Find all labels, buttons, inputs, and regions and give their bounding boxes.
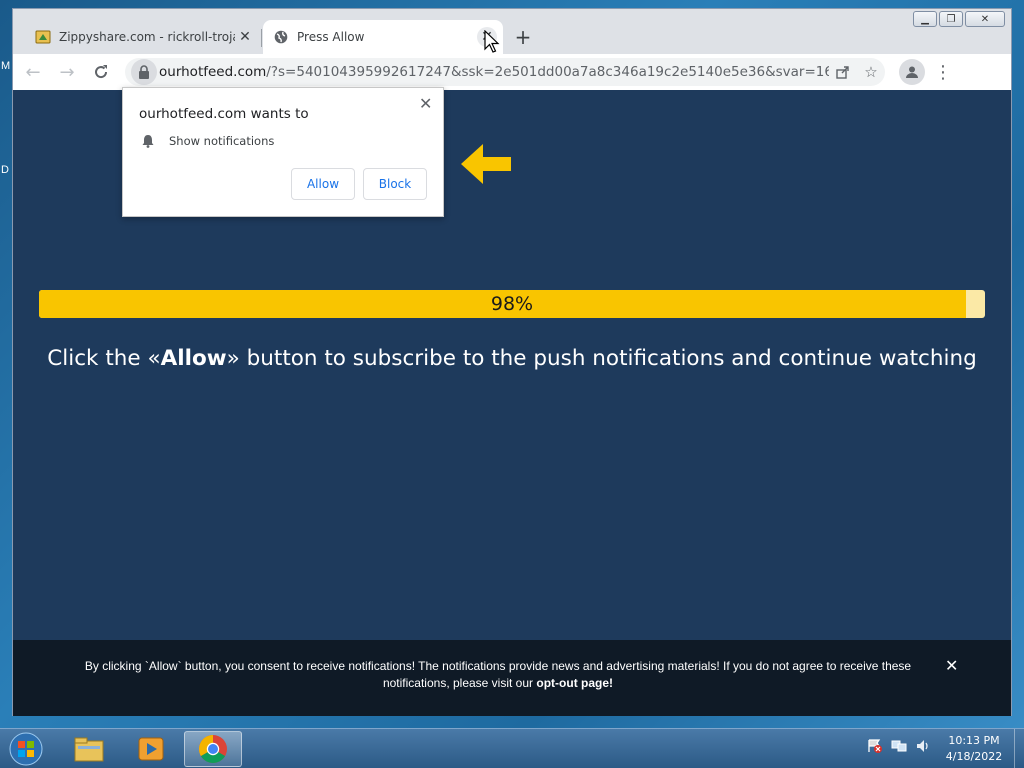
reload-icon[interactable] (87, 58, 115, 86)
desktop-icon-label: D (1, 164, 9, 176)
globe-icon (273, 29, 289, 45)
clock-time: 10:13 PM (948, 734, 1000, 747)
consent-body: By clicking `Allow` button, you consent … (84, 659, 912, 690)
close-tab-icon[interactable]: ✕ (235, 27, 255, 47)
url-path: /?s=540104395992617247&ssk=2e501dd00a7a8… (266, 64, 829, 80)
network-icon[interactable] (890, 737, 908, 755)
file-explorer-icon[interactable] (60, 731, 118, 767)
maximize-button[interactable]: ❐ (939, 11, 963, 27)
system-tray (866, 737, 932, 755)
star-icon[interactable]: ☆ (857, 58, 885, 86)
allow-button[interactable]: Allow (291, 168, 355, 200)
lock-icon[interactable] (131, 59, 157, 85)
window-controls: ▁ ❐ ✕ (913, 11, 1005, 27)
tab-title: Press Allow (297, 30, 365, 44)
headline-bold: Allow (160, 346, 227, 371)
zippyshare-icon (35, 29, 51, 45)
url-host: ourhotfeed.com (159, 64, 267, 80)
profile-icon[interactable] (899, 59, 925, 85)
tab-separator (261, 29, 262, 47)
new-tab-button[interactable]: + (511, 25, 535, 49)
action-center-icon[interactable] (866, 737, 884, 755)
tab-strip: Zippyshare.com - rickroll-trojan-v ✕ Pre… (13, 9, 1011, 54)
share-icon[interactable] (829, 58, 857, 86)
permission-label: Show notifications (169, 134, 275, 148)
progress-bar: 98% (39, 290, 985, 318)
close-banner-icon[interactable]: ✕ (945, 656, 958, 675)
page-headline: Click the «Allow» button to subscribe to… (13, 346, 1011, 371)
tab-press-allow[interactable]: Press Allow ✕ (263, 20, 503, 54)
url-text: ourhotfeed.com/?s=540104395992617247&ssk… (159, 64, 829, 80)
taskbar: 10:13 PM 4/18/2022 (0, 728, 1024, 768)
headline-text: » button to subscribe to the push notifi… (226, 346, 977, 371)
arrow-left-icon (461, 144, 511, 184)
progress-label: 98% (490, 293, 534, 315)
forward-icon[interactable]: → (53, 58, 81, 86)
volume-icon[interactable] (914, 737, 932, 755)
opt-out-link[interactable]: opt-out page! (536, 676, 613, 690)
block-button[interactable]: Block (363, 168, 427, 200)
tab-title: Zippyshare.com - rickroll-trojan-v (59, 30, 235, 44)
headline-text: Click the « (47, 346, 161, 371)
permission-popup: ourhotfeed.com wants to ✕ Show notificat… (122, 87, 444, 217)
mouse-cursor-icon (484, 30, 500, 53)
tab-zippyshare[interactable]: Zippyshare.com - rickroll-trojan-v ✕ (25, 20, 261, 54)
media-player-icon[interactable] (122, 731, 180, 767)
permission-row: Show notifications (141, 134, 274, 148)
desktop-icon-label: M (1, 60, 11, 72)
clock[interactable]: 10:13 PM 4/18/2022 (936, 733, 1012, 765)
bell-icon (142, 135, 154, 148)
clock-date: 4/18/2022 (945, 750, 1003, 763)
start-button[interactable] (6, 730, 46, 768)
browser-toolbar: ← → ourhotfeed.com/?s=540104395992617247… (13, 54, 1011, 90)
close-window-button[interactable]: ✕ (965, 11, 1005, 27)
chrome-icon[interactable] (184, 731, 242, 767)
close-popup-icon[interactable]: ✕ (419, 94, 432, 113)
consent-text: By clicking `Allow` button, you consent … (73, 658, 923, 692)
back-icon[interactable]: ← (19, 58, 47, 86)
address-bar[interactable]: ourhotfeed.com/?s=540104395992617247&ssk… (125, 58, 885, 86)
consent-banner: By clicking `Allow` button, you consent … (13, 640, 1011, 716)
menu-icon[interactable]: ⋮ (929, 58, 957, 86)
popup-title: ourhotfeed.com wants to (139, 106, 309, 122)
show-desktop-button[interactable] (1014, 729, 1024, 768)
minimize-button[interactable]: ▁ (913, 11, 937, 27)
